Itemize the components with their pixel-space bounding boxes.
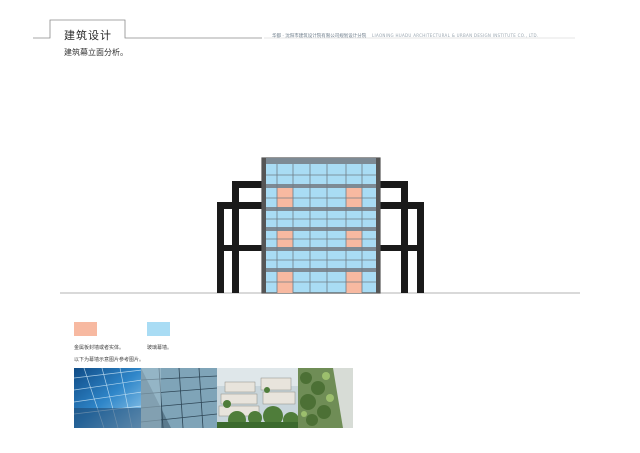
legend-label-glass: 玻璃幕墙。	[147, 345, 173, 351]
reference-photo-glass-facade	[141, 368, 217, 428]
reference-photo-green-terraces	[217, 368, 299, 428]
page-subtitle: 建筑幕立面分析。	[64, 48, 128, 57]
reference-photo-green-wall	[298, 368, 353, 428]
legend-label-metal-panel: 金属板封墙或者实体。	[74, 345, 125, 351]
company-name-cn: 华都 · 沈阳市建筑设计院有限公司规划设计分院	[272, 34, 367, 39]
section-title: 建筑设计	[64, 29, 112, 42]
document-page: 建筑设计 建筑幕立面分析。 华都 · 沈阳市建筑设计院有限公司规划设计分院 LI…	[0, 0, 640, 453]
legend-note: 以下为幕墙示意图片参考图片。	[74, 357, 145, 363]
company-name-en: LIAONING HUADU ARCHITECTURAL & URBAN DES…	[372, 33, 539, 38]
legend-swatch-metal-panel	[74, 322, 97, 336]
legend-swatch-glass	[147, 322, 170, 336]
building-elevation-drawing	[60, 157, 580, 294]
reference-photo-glass-atrium	[74, 368, 142, 428]
